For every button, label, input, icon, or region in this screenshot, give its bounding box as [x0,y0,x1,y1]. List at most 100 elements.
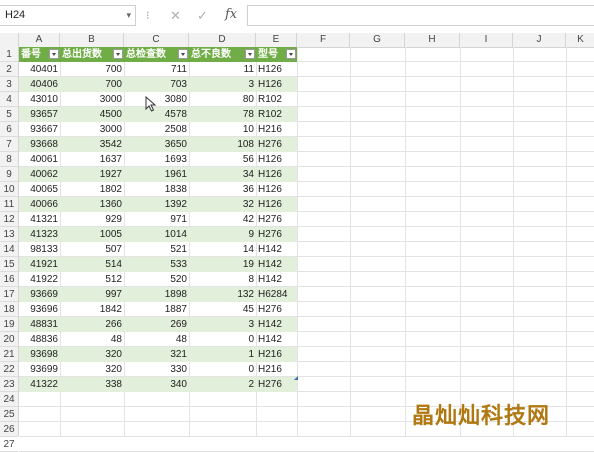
cell-defects[interactable]: 36 [189,182,256,197]
cancel-icon[interactable]: ✕ [170,8,181,24]
cell-number[interactable]: 93699 [19,362,60,377]
row-header-27[interactable]: 27 [0,437,18,452]
column-header-h[interactable]: H [405,33,460,47]
cell-number[interactable]: 41323 [19,227,60,242]
row-header-3[interactable]: 3 [0,77,18,92]
cell-shipped[interactable]: 320 [60,362,124,377]
cell-number[interactable]: 41322 [19,377,60,392]
cell-shipped[interactable]: 700 [60,62,124,77]
cell-defects[interactable]: 19 [189,257,256,272]
filter-dropdown-icon[interactable] [113,49,123,59]
cell-inspected[interactable]: 330 [124,362,189,377]
cell-number[interactable]: 40061 [19,152,60,167]
cell-number[interactable]: 40062 [19,167,60,182]
cell-defects[interactable]: 45 [189,302,256,317]
table-header-number[interactable]: 番号 [19,47,48,62]
cell-model[interactable]: H126 [256,167,297,182]
cell-defects[interactable]: 80 [189,92,256,107]
row-header-2[interactable]: 2 [0,62,18,77]
filter-dropdown-icon[interactable] [49,49,59,59]
cell-number[interactable]: 93668 [19,137,60,152]
cell-defects[interactable]: 9 [189,227,256,242]
cell-number[interactable]: 48836 [19,332,60,347]
row-header-22[interactable]: 22 [0,362,18,377]
cell-inspected[interactable]: 533 [124,257,189,272]
cell-number[interactable]: 43010 [19,92,60,107]
row-header-10[interactable]: 10 [0,182,18,197]
row-header-17[interactable]: 17 [0,287,18,302]
cell-shipped[interactable]: 1360 [60,197,124,212]
cell-model[interactable]: H142 [256,332,297,347]
cell-shipped[interactable]: 700 [60,77,124,92]
cell-inspected[interactable]: 971 [124,212,189,227]
cell-inspected[interactable]: 1898 [124,287,189,302]
row-header-24[interactable]: 24 [0,392,18,407]
cell-inspected[interactable]: 1838 [124,182,189,197]
row-header-4[interactable]: 4 [0,92,18,107]
cell-number[interactable]: 93696 [19,302,60,317]
row-header-25[interactable]: 25 [0,407,18,422]
cell-model[interactable]: H126 [256,62,297,77]
cell-model[interactable]: H216 [256,122,297,137]
filter-dropdown-icon[interactable] [178,49,188,59]
cell-inspected[interactable]: 2508 [124,122,189,137]
cell-number[interactable]: 40406 [19,77,60,92]
cell-shipped[interactable]: 3000 [60,122,124,137]
cell-inspected[interactable]: 521 [124,242,189,257]
cell-defects[interactable]: 8 [189,272,256,287]
row-header-11[interactable]: 11 [0,197,18,212]
row-header-26[interactable]: 26 [0,422,18,437]
cell-model[interactable]: R102 [256,92,297,107]
cell-model[interactable]: H216 [256,347,297,362]
column-header-i[interactable]: I [460,33,513,47]
cell-model[interactable]: H142 [256,272,297,287]
row-header-8[interactable]: 8 [0,152,18,167]
cell-model[interactable]: H276 [256,302,297,317]
table-header-defects[interactable]: 总不良数 [189,47,244,62]
cell-model[interactable]: H6284 [256,287,297,302]
table-header-shipped[interactable]: 总出货数 [60,47,112,62]
row-header-7[interactable]: 7 [0,137,18,152]
row-header-13[interactable]: 13 [0,227,18,242]
cell-defects[interactable]: 132 [189,287,256,302]
cell-defects[interactable]: 10 [189,122,256,137]
cell-shipped[interactable]: 512 [60,272,124,287]
cell-inspected[interactable]: 269 [124,317,189,332]
cell-inspected[interactable]: 711 [124,62,189,77]
row-header-20[interactable]: 20 [0,332,18,347]
cell-shipped[interactable]: 1842 [60,302,124,317]
filter-dropdown-icon[interactable] [286,49,296,59]
cell-defects[interactable]: 78 [189,107,256,122]
cell-model[interactable]: R102 [256,107,297,122]
name-box[interactable]: H24 ▾ [0,5,136,26]
cell-defects[interactable]: 0 [189,332,256,347]
cell-shipped[interactable]: 1927 [60,167,124,182]
row-header-1[interactable]: 1 [0,47,18,62]
cell-inspected[interactable]: 3650 [124,137,189,152]
cell-number[interactable]: 48831 [19,317,60,332]
cell-model[interactable]: H142 [256,242,297,257]
chevron-down-icon[interactable]: ▾ [126,6,131,25]
cell-shipped[interactable]: 1005 [60,227,124,242]
cell-defects[interactable]: 11 [189,62,256,77]
column-header-a[interactable]: A [19,33,60,47]
table-resize-handle[interactable] [294,376,298,380]
row-header-18[interactable]: 18 [0,302,18,317]
cell-shipped[interactable]: 266 [60,317,124,332]
cell-model[interactable]: H126 [256,77,297,92]
cell-number[interactable]: 93667 [19,122,60,137]
row-header-21[interactable]: 21 [0,347,18,362]
cell-inspected[interactable]: 321 [124,347,189,362]
column-header-f[interactable]: F [297,33,350,47]
cell-inspected[interactable]: 340 [124,377,189,392]
cell-model[interactable]: H276 [256,137,297,152]
column-header-j[interactable]: J [513,33,566,47]
row-header-14[interactable]: 14 [0,242,18,257]
cell-inspected[interactable]: 703 [124,77,189,92]
cell-number[interactable]: 40066 [19,197,60,212]
cell-defects[interactable]: 34 [189,167,256,182]
cell-shipped[interactable]: 507 [60,242,124,257]
cell-inspected[interactable]: 48 [124,332,189,347]
cell-model[interactable]: H276 [256,377,297,392]
cell-model[interactable]: H142 [256,317,297,332]
